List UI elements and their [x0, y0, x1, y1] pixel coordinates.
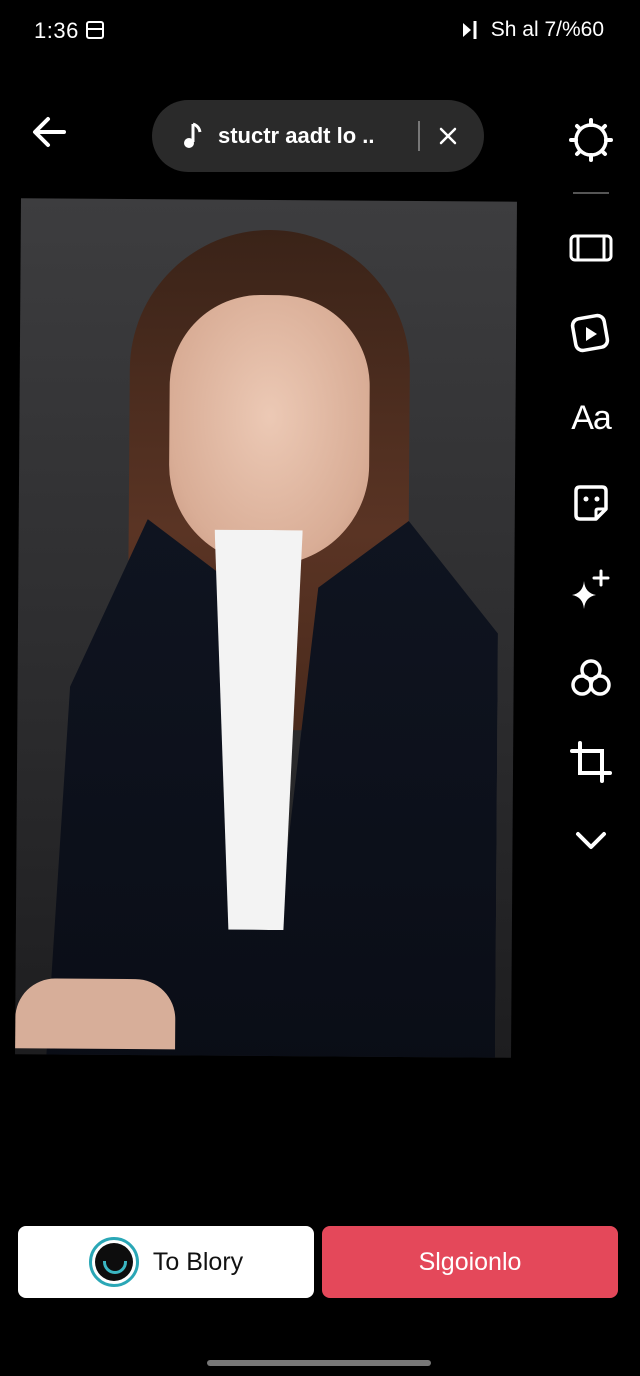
- back-arrow-icon: [33, 117, 66, 147]
- text-tool-label: Aa: [571, 398, 612, 437]
- effects-tool[interactable]: [563, 562, 619, 618]
- avatar-image: [94, 1243, 133, 1281]
- frame-tool[interactable]: [563, 220, 619, 276]
- chevron-down-icon: [576, 832, 606, 849]
- status-indicators: Sh al 7/%60: [461, 18, 604, 42]
- video-sticker-icon: [570, 313, 610, 353]
- crop-tool[interactable]: [563, 734, 619, 790]
- video-tool[interactable]: [563, 306, 619, 362]
- status-time: 1:36: [34, 18, 79, 43]
- status-right-text: Sh al 7/%60: [490, 18, 604, 41]
- frame-icon: [569, 234, 613, 262]
- pill-divider: [418, 121, 420, 151]
- toolbar-divider: [573, 192, 609, 194]
- sparkle-icon: [572, 569, 610, 609]
- filters-tool[interactable]: [563, 650, 619, 706]
- your-story-button[interactable]: To Blory: [18, 1226, 314, 1298]
- close-icon[interactable]: [436, 124, 460, 148]
- settings-icon: [569, 118, 613, 162]
- status-bar: 1:36 Sh al 7/%60: [0, 0, 640, 70]
- next-button[interactable]: Slgoionlo: [322, 1226, 618, 1298]
- preview-face: [168, 294, 371, 566]
- crop-icon: [570, 741, 612, 783]
- signal-mute-icon: [462, 21, 477, 39]
- settings-tool[interactable]: [563, 112, 619, 168]
- text-tool[interactable]: Aa: [563, 390, 619, 446]
- avatar: [88, 1237, 139, 1287]
- story-button-label: To Blory: [152, 1247, 244, 1276]
- sim-card-icon: [86, 21, 104, 39]
- media-preview[interactable]: [15, 198, 517, 1058]
- home-indicator[interactable]: [207, 1360, 431, 1366]
- next-button-label: Slgoionlo: [418, 1247, 522, 1276]
- music-note-icon: [184, 122, 202, 148]
- sound-selector[interactable]: stuctr aadt lo ..: [152, 100, 484, 172]
- sticker-icon: [574, 485, 608, 521]
- bottom-action-bar: To Blory Slgoionlo: [0, 1226, 640, 1300]
- filters-icon: [571, 659, 611, 696]
- sound-title: stuctr aadt lo ..: [218, 123, 375, 148]
- sticker-tool[interactable]: [563, 476, 619, 532]
- more-tools-button[interactable]: [563, 812, 619, 868]
- preview-hands: [15, 978, 176, 1050]
- back-button[interactable]: [28, 110, 72, 154]
